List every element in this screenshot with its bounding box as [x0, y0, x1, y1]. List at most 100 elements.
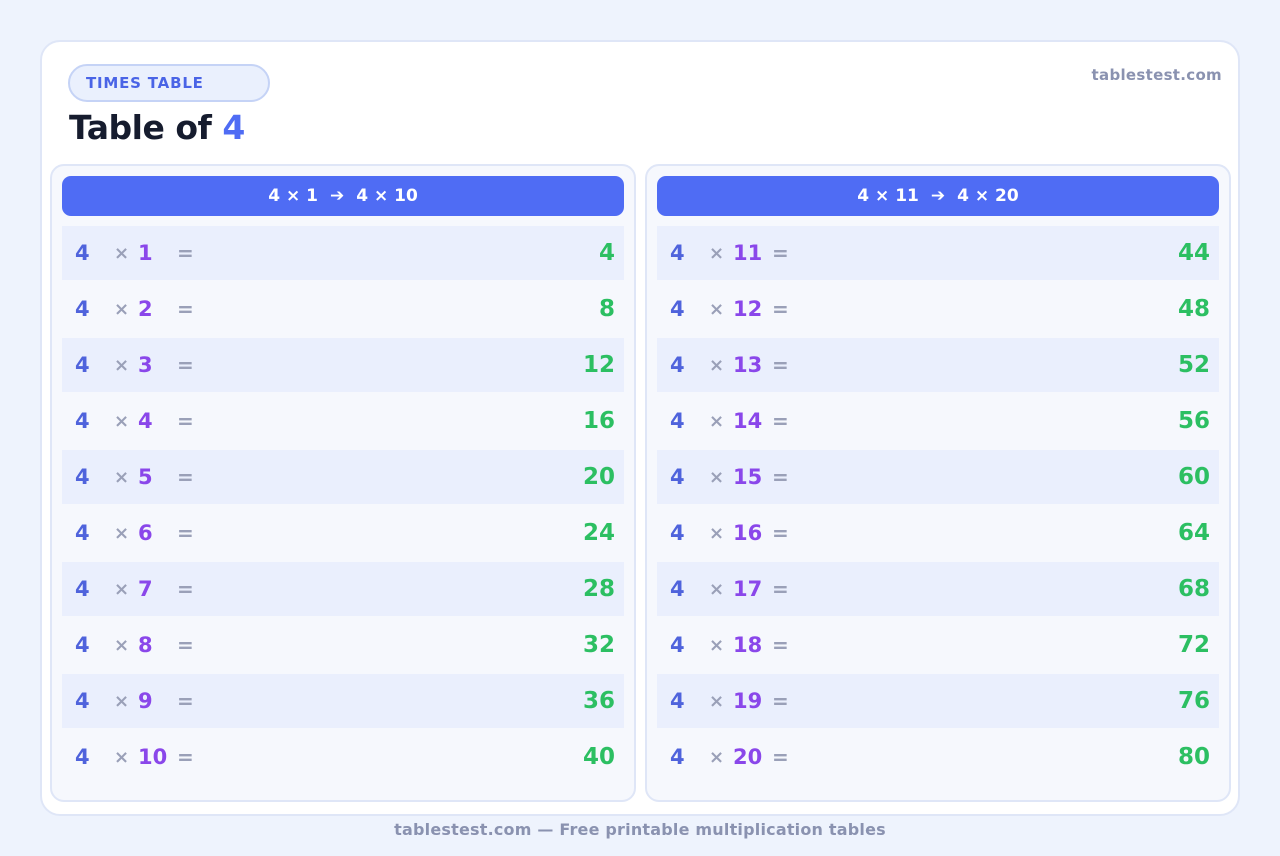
equals-sign: =	[177, 633, 194, 657]
times-sign: ×	[114, 746, 130, 768]
title-number: 4	[222, 108, 245, 147]
product-result: 12	[582, 352, 615, 378]
times-sign: ×	[114, 410, 130, 432]
multiplicand: 4	[670, 689, 685, 713]
equals-sign: =	[177, 409, 194, 433]
product-result: 40	[582, 744, 615, 770]
table-row: 4 × 9 = 36	[62, 674, 624, 728]
times-table-card: TIMES TABLE tablestest.com Table of 4 4 …	[40, 40, 1240, 816]
multiplier: 11	[733, 241, 763, 265]
times-sign: ×	[709, 746, 725, 768]
product-result: 24	[582, 520, 615, 546]
table-row: 4 × 2 = 8	[62, 282, 624, 336]
times-sign: ×	[114, 466, 130, 488]
table-row: 4 × 8 = 32	[62, 618, 624, 672]
product-result: 44	[1177, 240, 1210, 266]
equals-sign: =	[772, 577, 789, 601]
equals-sign: =	[177, 297, 194, 321]
product-result: 64	[1177, 520, 1210, 546]
table-row: 4 × 18 = 72	[657, 618, 1219, 672]
page-title: Table of 4	[69, 108, 245, 147]
multiplier: 8	[138, 633, 153, 657]
multiplicand: 4	[670, 633, 685, 657]
times-sign: ×	[114, 522, 130, 544]
times-table-badge: TIMES TABLE	[68, 64, 270, 102]
times-sign: ×	[114, 634, 130, 656]
times-sign: ×	[709, 578, 725, 600]
product-result: 80	[1177, 744, 1210, 770]
times-sign: ×	[114, 242, 130, 264]
table-row: 4 × 10 = 40	[62, 730, 624, 784]
times-sign: ×	[709, 634, 725, 656]
table-row: 4 × 16 = 64	[657, 506, 1219, 560]
multiplier: 6	[138, 521, 153, 545]
times-sign: ×	[709, 522, 725, 544]
panel-1-to-10: 4 × 1 ➔ 4 × 10 4 × 1 = 4 4 × 2 = 8 4 × 3 = 12 4 × 4 = 16 4 × 5…	[50, 164, 636, 802]
multiplier: 1	[138, 241, 153, 265]
equals-sign: =	[177, 353, 194, 377]
times-sign: ×	[114, 354, 130, 376]
equals-sign: =	[772, 745, 789, 769]
table-row: 4 × 11 = 44	[657, 226, 1219, 280]
times-sign: ×	[709, 242, 725, 264]
table-row: 4 × 15 = 60	[657, 450, 1219, 504]
multiplicand: 4	[670, 409, 685, 433]
product-result: 68	[1177, 576, 1210, 602]
multiplier: 4	[138, 409, 153, 433]
table-row: 4 × 14 = 56	[657, 394, 1219, 448]
multiplicand: 4	[670, 353, 685, 377]
footer-text: tablestest.com — Free printable multipli…	[394, 820, 886, 839]
times-sign: ×	[114, 298, 130, 320]
equals-sign: =	[772, 297, 789, 321]
table-row: 4 × 17 = 68	[657, 562, 1219, 616]
multiplicand: 4	[670, 577, 685, 601]
times-sign: ×	[709, 690, 725, 712]
multiplier: 18	[733, 633, 763, 657]
multiplier: 16	[733, 521, 763, 545]
multiplier: 17	[733, 577, 763, 601]
table-row: 4 × 5 = 20	[62, 450, 624, 504]
multiplier: 12	[733, 297, 763, 321]
panel-header: 4 × 11 ➔ 4 × 20	[657, 176, 1219, 216]
multiplier: 13	[733, 353, 763, 377]
equals-sign: =	[772, 353, 789, 377]
multiplier: 3	[138, 353, 153, 377]
product-result: 20	[582, 464, 615, 490]
product-result: 52	[1177, 352, 1210, 378]
equals-sign: =	[772, 465, 789, 489]
equals-sign: =	[772, 241, 789, 265]
multiplicand: 4	[75, 689, 90, 713]
arrow-right-icon: ➔	[930, 186, 946, 206]
table-row: 4 × 19 = 76	[657, 674, 1219, 728]
times-sign: ×	[709, 298, 725, 320]
table-row: 4 × 4 = 16	[62, 394, 624, 448]
multiplier: 10	[138, 745, 168, 769]
multiplicand: 4	[670, 521, 685, 545]
multiplier: 19	[733, 689, 763, 713]
panel-11-to-20: 4 × 11 ➔ 4 × 20 4 × 11 = 44 4 × 12 = 48 4 × 13 = 52 4 × 1…	[645, 164, 1231, 802]
product-result: 72	[1177, 632, 1210, 658]
equals-sign: =	[177, 577, 194, 601]
table-row: 4 × 13 = 52	[657, 338, 1219, 392]
site-name: tablestest.com	[1091, 66, 1222, 84]
equals-sign: =	[177, 241, 194, 265]
product-result: 36	[582, 688, 615, 714]
product-result: 4	[598, 240, 615, 266]
equals-sign: =	[177, 745, 194, 769]
multiplier: 9	[138, 689, 153, 713]
arrow-right-icon: ➔	[329, 186, 345, 206]
row-list: 4 × 11 = 44 4 × 12 = 48 4 × 13 = 52 4 × 14 = 56 4 × 15 = 60 4 × 16 =…	[657, 226, 1219, 786]
multiplier: 2	[138, 297, 153, 321]
multiplicand: 4	[75, 353, 90, 377]
equals-sign: =	[772, 689, 789, 713]
header-from: 4 × 1	[268, 186, 318, 206]
multiplicand: 4	[670, 465, 685, 489]
row-list: 4 × 1 = 4 4 × 2 = 8 4 × 3 = 12 4 × 4 = 16 4 × 5 = 20 4 × 6 = 24 4 × 7 = 28…	[62, 226, 624, 786]
equals-sign: =	[772, 521, 789, 545]
multiplicand: 4	[75, 745, 90, 769]
table-row: 4 × 1 = 4	[62, 226, 624, 280]
table-row: 4 × 3 = 12	[62, 338, 624, 392]
times-sign: ×	[709, 354, 725, 376]
table-row: 4 × 6 = 24	[62, 506, 624, 560]
product-result: 28	[582, 576, 615, 602]
